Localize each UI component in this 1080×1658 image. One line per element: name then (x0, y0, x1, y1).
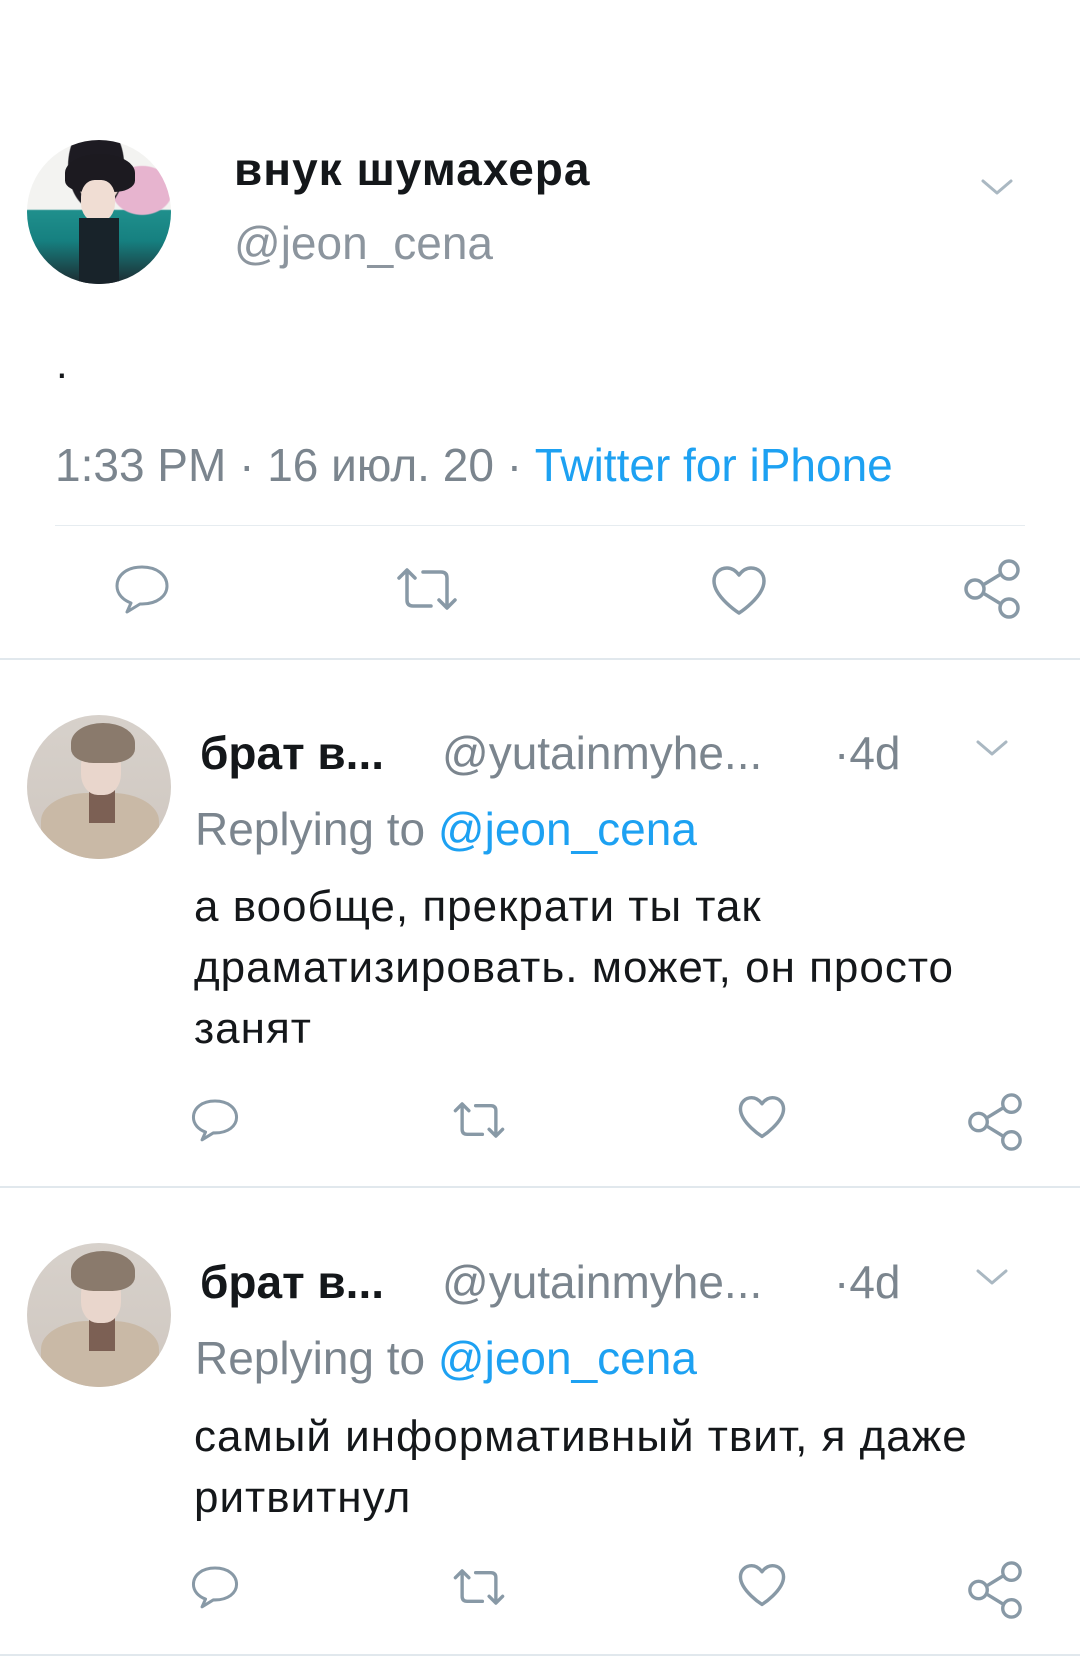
retweet-icon[interactable] (452, 1567, 506, 1607)
reply-author-handle[interactable]: @yutainmyhe... (442, 726, 762, 780)
reply-text: а вообще, прекрати ты так драматизироват… (194, 882, 954, 1053)
chevron-down-icon[interactable] (980, 177, 1013, 195)
reply-author-avatar[interactable] (27, 715, 171, 859)
chevron-down-icon[interactable] (975, 738, 1008, 756)
tweet-time: 1:33 PM (55, 439, 227, 491)
meta-separator: · (506, 439, 523, 491)
retweet-icon[interactable] (452, 1100, 506, 1140)
reply-text: самый информативный твит, я даже ритвитн… (194, 1412, 968, 1522)
reply-bubble-icon[interactable] (190, 1564, 240, 1610)
avatar-shirt (79, 218, 119, 284)
replying-to-mention[interactable]: @jeon_cena (438, 1332, 697, 1384)
divider (55, 525, 1025, 526)
section-separator (0, 1186, 1080, 1188)
chevron-down-icon[interactable] (975, 1267, 1008, 1285)
reply-author-name[interactable]: брат в... (200, 1255, 384, 1309)
meta-separator: · (239, 439, 255, 491)
avatar-hair (71, 1251, 135, 1291)
reply-bubble-icon[interactable] (190, 1097, 240, 1143)
author-handle[interactable]: @jeon_cena (234, 216, 493, 270)
heart-icon[interactable] (737, 1095, 787, 1140)
share-icon[interactable] (966, 1092, 1024, 1152)
reply-time: ·4d (834, 1255, 901, 1309)
replying-to-line: Replying to @jeon_cena (195, 1331, 697, 1385)
share-icon[interactable] (966, 1560, 1024, 1620)
replying-to-line: Replying to @jeon_cena (195, 802, 697, 856)
retweet-icon[interactable] (395, 566, 459, 612)
reply-time-value: 4d (849, 1256, 901, 1308)
meta-separator: · (834, 1256, 850, 1308)
reply-bubble-icon[interactable] (113, 563, 171, 615)
tweet-date: 16 июл. 20 (267, 439, 494, 491)
section-separator (0, 1654, 1080, 1656)
reply-author-avatar[interactable] (27, 1243, 171, 1387)
replying-to-label: Replying to (195, 803, 426, 855)
tweet-meta: 1:33 PM · 16 июл. 20 · Twitter for iPhon… (55, 438, 893, 492)
reply-time-value: 4d (849, 727, 901, 779)
heart-icon[interactable] (737, 1563, 787, 1608)
tweet-text: . (56, 340, 68, 387)
heart-icon[interactable] (710, 565, 768, 617)
replying-to-mention[interactable]: @jeon_cena (438, 803, 697, 855)
author-avatar[interactable] (27, 140, 171, 284)
avatar-hair (71, 723, 135, 763)
author-name[interactable]: внук шумахера (234, 142, 590, 196)
tweet-source-link[interactable]: Twitter for iPhone (535, 439, 893, 491)
share-icon[interactable] (962, 558, 1022, 620)
replying-to-label: Replying to (195, 1332, 426, 1384)
section-separator (0, 658, 1080, 660)
reply-author-handle[interactable]: @yutainmyhe... (442, 1255, 762, 1309)
avatar-face (81, 180, 115, 222)
reply-time: ·4d (834, 726, 901, 780)
reply-author-name[interactable]: брат в... (200, 726, 384, 780)
meta-separator: · (834, 727, 850, 779)
